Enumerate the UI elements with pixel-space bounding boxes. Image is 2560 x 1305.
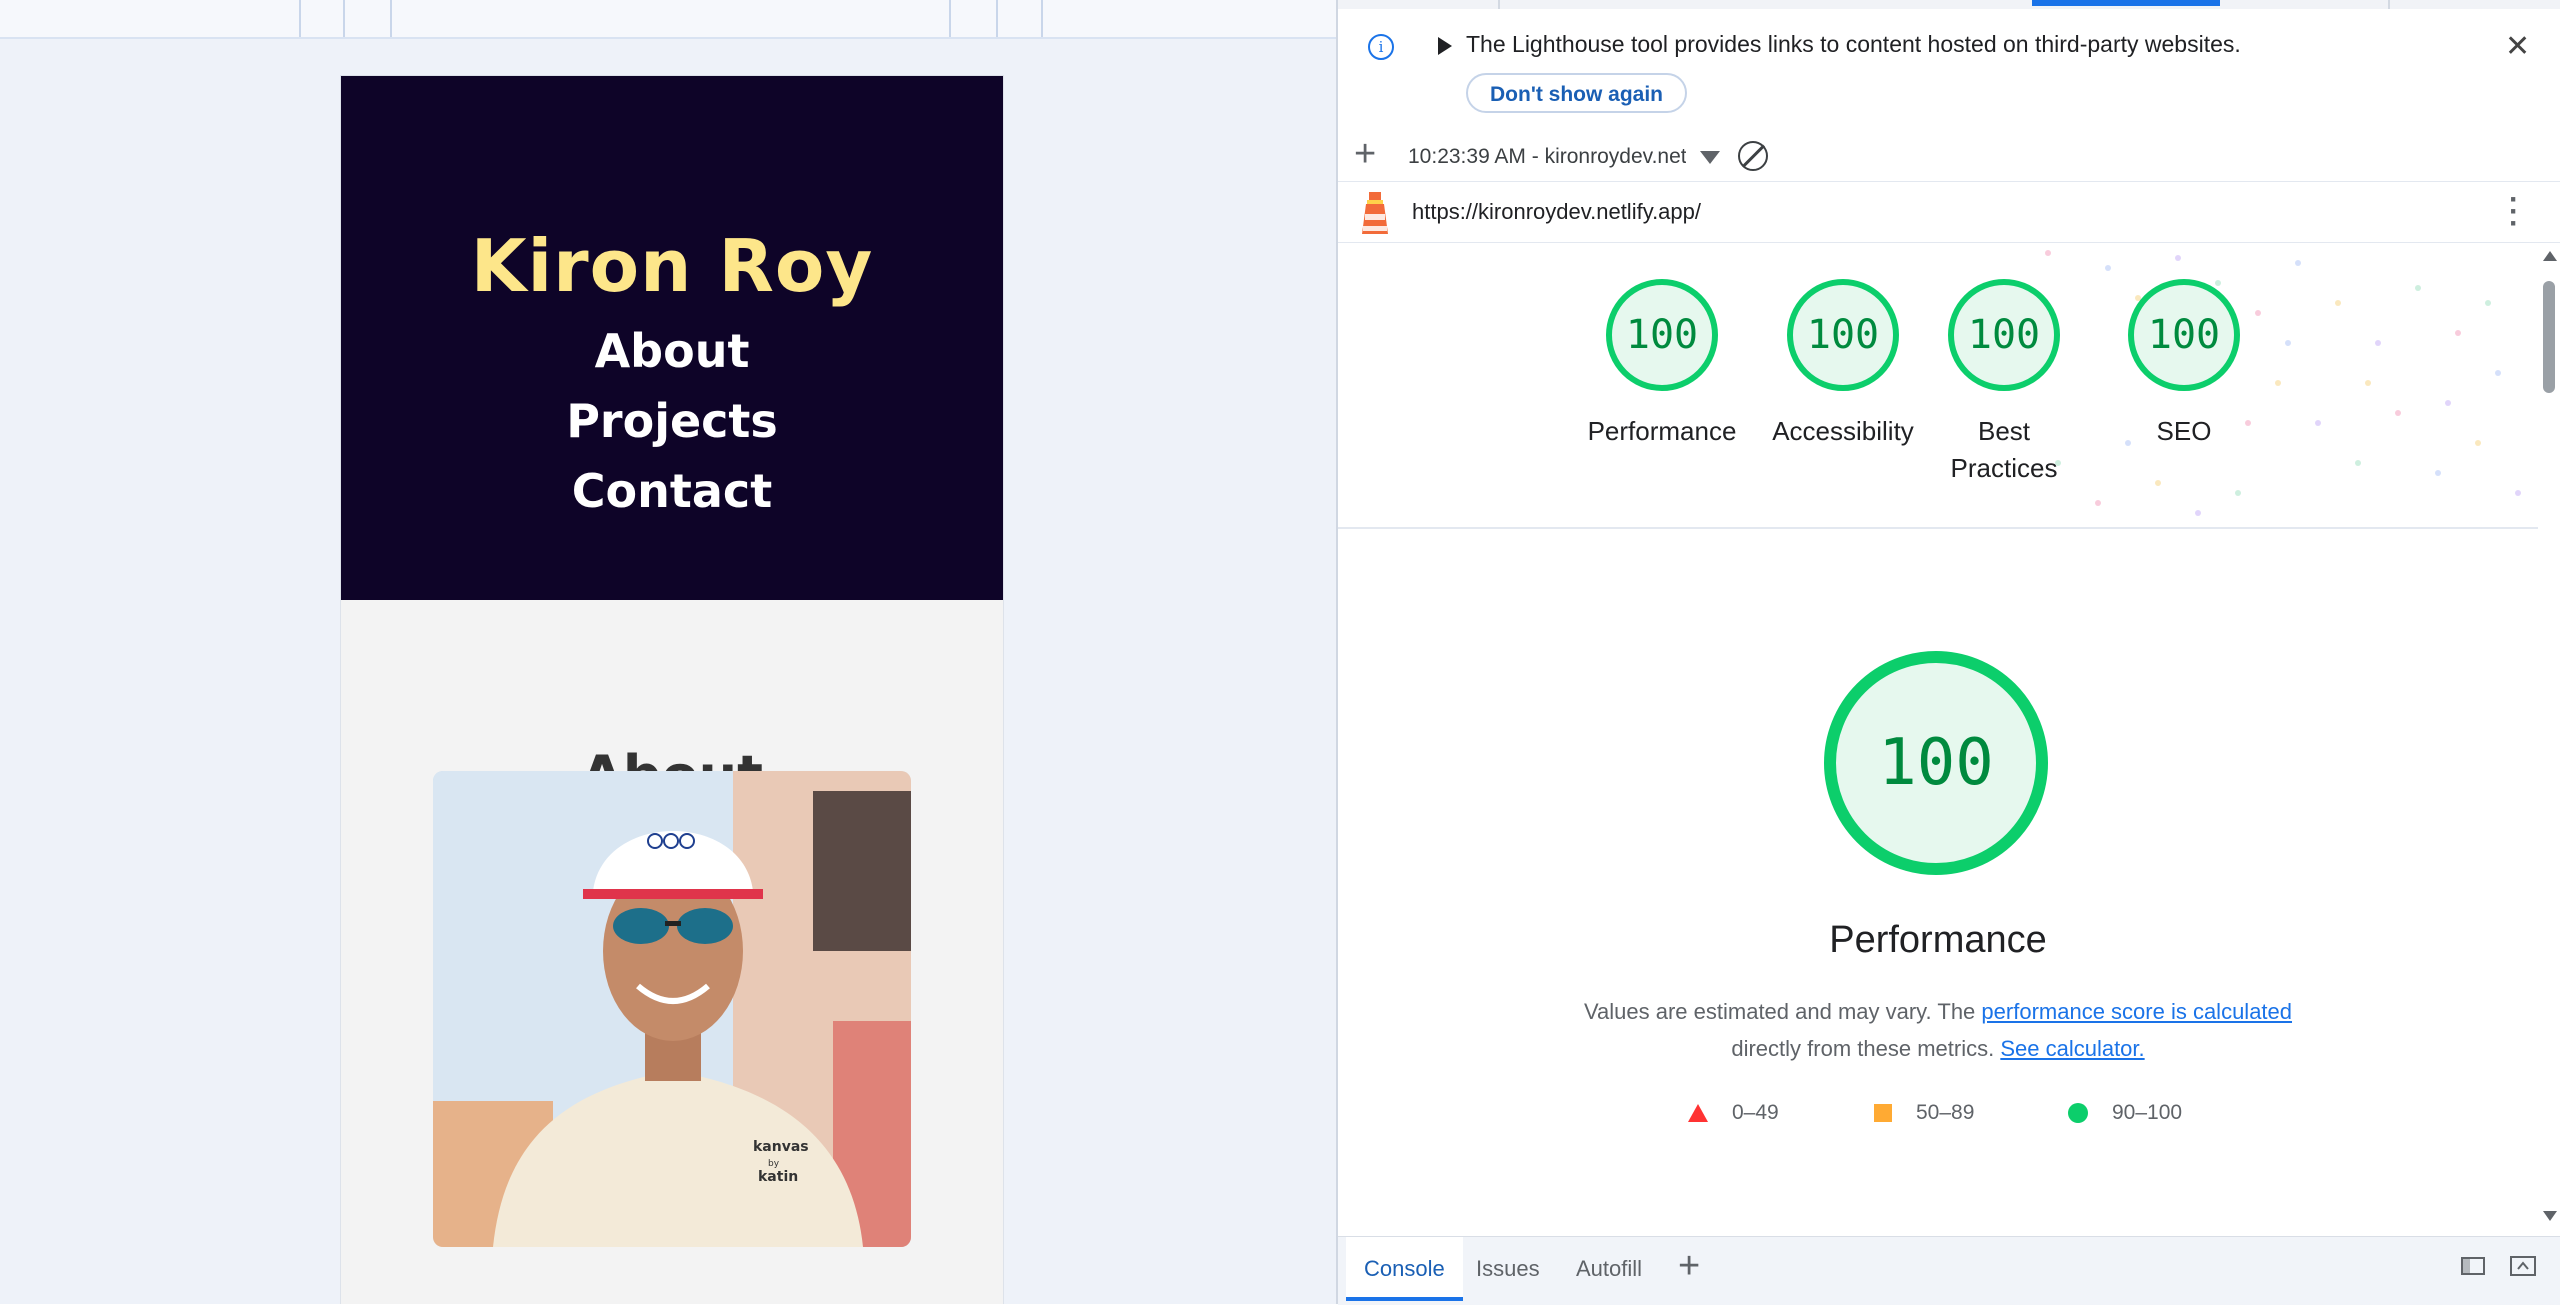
dont-show-again-button[interactable]: Don't show again [1466,73,1687,113]
devtools-drawer-tabs: Console Issues Autofill + [1338,1236,2560,1305]
new-report-plus-icon[interactable]: + [1354,133,1376,176]
scroll-down-arrow-icon[interactable] [2543,1211,2557,1221]
report-url: https://kironroydev.netlify.app/ [1412,199,1701,224]
ruler-tick [949,0,951,37]
gauge-score: 100 [1948,279,2060,391]
gauge-score: 100 [1787,279,1899,391]
clear-reports-icon[interactable] [1738,141,1768,171]
performance-gauge: 100 [1824,651,2048,875]
undock-drawer-icon[interactable] [2508,1253,2538,1279]
confetti-decoration [2045,250,2521,516]
gauge-label: Accessibility [1772,416,1914,446]
tab-autofill[interactable]: Autofill [1558,1237,1660,1297]
scroll-up-arrow-icon[interactable] [2543,251,2557,261]
close-icon[interactable]: ✕ [2505,29,2530,64]
legend-fail: 0–49 [1688,1101,1779,1125]
svg-text:kanvas: kanvas [753,1139,809,1155]
svg-text:by: by [768,1159,780,1169]
lighthouse-report: 100 Performance 100 Accessibility 100 Be… [1338,243,2538,1235]
ruler-tick [343,0,345,37]
nav-link-about[interactable]: About [341,324,1003,378]
gauge-performance[interactable]: 100 Performance [1572,279,1752,450]
legend-average: 50–89 [1874,1101,1974,1125]
svg-text:katin: katin [758,1169,798,1185]
ruler-tick [390,0,392,37]
desc-text: Values are estimated and may vary. The [1583,999,1976,1024]
device-viewport: Kiron Roy About Projects Contact About [0,0,1336,1304]
site-title: Kiron Roy [470,224,874,308]
dropdown-arrow-icon[interactable] [1700,151,1720,164]
legend-range: 50–89 [1916,1101,1975,1124]
info-icon: i [1368,34,1394,60]
expand-caret-icon[interactable] [1438,37,1452,55]
site-header: Kiron Roy About Projects Contact [341,76,1003,600]
ruler-tick [1041,0,1043,37]
profile-photo: kanvas by katin [433,771,911,1247]
legend-pass: 90–100 [2068,1101,2182,1125]
add-tab-plus-icon[interactable]: + [1678,1245,1700,1288]
legend-range: 90–100 [2112,1101,2183,1124]
tab-console[interactable]: Console [1346,1237,1463,1301]
site-page: Kiron Roy About Projects Contact About [340,75,1004,1304]
scrollbar-thumb[interactable] [2543,281,2555,393]
gauge-label: SEO [2156,416,2212,446]
performance-title: Performance [1829,919,2047,961]
performance-description: Values are estimated and may vary. The p… [1538,993,2338,1067]
third-party-infobar: i The Lighthouse tool provides links to … [1338,9,2560,127]
ruler-tick [299,0,301,37]
report-url-bar: https://kironroydev.netlify.app/ · · · [1338,182,2560,243]
nav-link-contact[interactable]: Contact [341,464,1003,518]
circle-icon [2068,1103,2088,1124]
scores-header: 100 Performance 100 Accessibility 100 Be… [1338,243,2538,529]
active-tab-indicator [2032,0,2220,6]
see-calculator-link[interactable]: See calculator. [2000,1036,2144,1061]
gauge-score: 100 [2128,279,2240,391]
devtools-panel: i The Lighthouse tool provides links to … [1336,0,2560,1305]
report-scrollbar[interactable] [2538,243,2560,1235]
tab-divider [2388,0,2390,9]
gauge-label: Best Practices [1950,416,2058,483]
dock-side-icon[interactable] [2458,1253,2488,1279]
more-options-icon[interactable]: · · · [2504,185,2524,239]
report-toolbar: + 10:23:39 AM - kironroydev.netlify.app [1338,133,2560,182]
gauge-accessibility[interactable]: 100 Accessibility [1753,279,1933,450]
devtools-tab-strip [1338,0,2560,9]
infobar-message: The Lighthouse tool provides links to co… [1466,31,2241,57]
square-icon [1874,1104,1892,1123]
desc-text: directly from these metrics. [1731,1036,1995,1061]
gauge-score: 100 [1606,279,1718,391]
nav-link-projects[interactable]: Projects [341,394,1003,448]
lighthouse-icon [1362,192,1388,234]
gauge-best-practices[interactable]: 100 Best Practices [1934,279,2074,487]
tab-divider [1498,0,1500,9]
performance-score-link[interactable]: performance score is calculated [1981,999,2292,1024]
tab-issues[interactable]: Issues [1458,1237,1558,1297]
ruler-tick [996,0,998,37]
score-legend: 0–49 50–89 90–100 [1338,1101,2538,1141]
gauge-label: Performance [1587,416,1737,446]
report-selector[interactable]: 10:23:39 AM - kironroydev.netlify.app [1408,145,1686,169]
triangle-icon [1688,1104,1708,1123]
viewport-ruler [0,0,1336,39]
legend-range: 0–49 [1732,1101,1779,1124]
gauge-seo[interactable]: 100 SEO [2114,279,2254,450]
